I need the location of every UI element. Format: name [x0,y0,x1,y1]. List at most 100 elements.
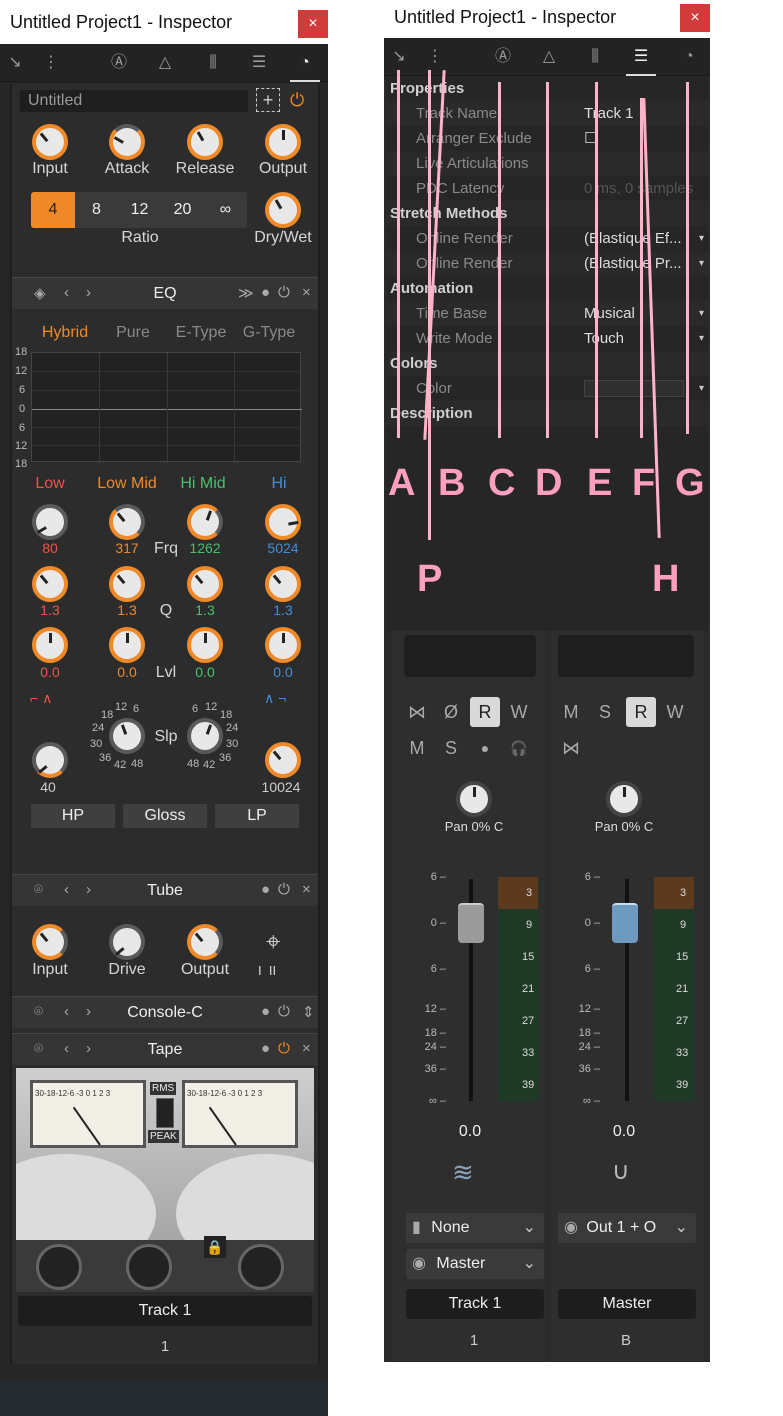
tab-inserts-icon[interactable]: ◔ [674,38,704,76]
ratio-inf-button[interactable]: ∞ [204,192,247,228]
strip2-link-button[interactable]: ⋈ [556,733,586,763]
strip1-solo-button[interactable]: S [436,733,466,763]
console-expand-icon[interactable]: ⇕ [302,1003,315,1021]
strip2-fader-value[interactable]: 0.0 [586,1117,662,1147]
hi-q-knob[interactable] [265,566,301,602]
strip1-link-button[interactable]: ⋈ [402,697,432,727]
tab-list-icon[interactable]: ☰ [244,44,274,82]
low-q-knob[interactable] [32,566,68,602]
strip2-fader-handle[interactable] [612,903,638,943]
tube-mode-switch[interactable]: I II [258,963,276,978]
lowmid-q-knob[interactable] [109,566,145,602]
add-icon[interactable]: + [256,88,280,112]
dropdown-arrow-icon[interactable]: ▾ [699,226,704,251]
tape-knob-3[interactable] [238,1244,284,1290]
ratio-12-button[interactable]: 12 [118,192,161,228]
tape-knob-1[interactable] [36,1244,82,1290]
left-slope-knob[interactable] [109,718,145,754]
tab-inserts-icon[interactable]: ◔ [290,44,320,82]
tube-close-icon[interactable]: × [302,881,311,898]
tab-metronome-icon[interactable]: △ [534,38,564,76]
himid-q-knob[interactable] [187,566,223,602]
strip1-write-button[interactable]: W [504,697,534,727]
strip2-insert-slot[interactable] [558,635,694,677]
release-knob[interactable] [187,124,223,160]
close-button-right[interactable]: × [680,4,710,32]
strip2-output-select[interactable]: ◉ Out 1 + O ⌄ [558,1213,696,1243]
strip1-name[interactable]: Track 1 [406,1289,544,1319]
hi-frq-knob[interactable] [265,504,301,540]
output-knob[interactable] [265,124,301,160]
ratio-4-button[interactable]: 4 [31,192,75,228]
gloss-button[interactable]: Gloss [123,804,207,828]
dropdown-arrow-icon[interactable]: ▾ [699,251,704,276]
strip1-pan-knob[interactable] [456,781,492,817]
tape-knob-2[interactable] [126,1244,172,1290]
tab-mixer-icon[interactable]: ⫼ [580,38,610,76]
strip1-record-button[interactable]: ● [470,733,500,763]
input-knob[interactable] [32,124,68,160]
lowmid-frq-knob[interactable] [109,504,145,540]
tab-editor-icon[interactable]: Ⓐ [488,38,518,76]
low-frq-knob[interactable] [32,504,68,540]
tab-editor-icon[interactable]: Ⓐ [104,44,134,82]
tape-power-icon[interactable]: ⏻ [278,1040,290,1057]
dropdown-arrow-icon[interactable]: ▾ [699,326,704,351]
hi-shape-icon[interactable]: ∧ ¬ [264,690,286,707]
himid-lvl-knob[interactable] [187,627,223,663]
mode-hybrid[interactable]: Hybrid [30,324,100,342]
property-value[interactable]: 0 ms, 0 samples [584,176,693,201]
preset-name-field[interactable]: Untitled [20,90,248,112]
tube-power-icon[interactable]: ⏻ [278,881,290,898]
dropdown-arrow-icon[interactable]: ▾ [699,301,704,326]
tape-close-icon[interactable]: × [302,1040,311,1057]
eq-power-icon[interactable]: ⏻ [278,284,290,301]
property-value[interactable]: Track 1 [584,101,633,126]
tube-input-knob[interactable] [32,924,68,960]
more-icon[interactable]: ⋮ [36,44,66,82]
expand-icon[interactable]: ≫ [238,284,254,302]
property-value[interactable]: Musical [584,301,635,326]
strip1-input-select[interactable]: ▮ None ⌄ [406,1213,544,1243]
strip2-mute-button[interactable]: M [556,697,586,727]
dropdown-arrow-icon[interactable]: ▾ [699,376,704,401]
hp-button[interactable]: HP [31,804,115,828]
ratio-8-button[interactable]: 8 [75,192,118,228]
lp-freq-knob[interactable] [265,742,301,778]
right-slope-knob[interactable] [187,718,223,754]
meter-toggle[interactable] [156,1098,174,1128]
power-icon[interactable]: ⏻ [290,90,304,111]
tab-mixer-icon[interactable]: ⫼ [198,44,228,82]
strip2-write-button[interactable]: W [660,697,690,727]
property-value[interactable]: (Elastique Pr... [584,251,682,276]
attack-knob[interactable] [109,124,145,160]
tube-drive-knob[interactable] [109,924,145,960]
close-button[interactable]: × [298,10,328,38]
property-value[interactable]: (Elastique Ef... [584,226,682,251]
strip1-output-select[interactable]: ◉ Master ⌄ [406,1249,544,1279]
mode-gtype[interactable]: G-Type [234,324,304,342]
lock-icon[interactable]: 🔒 [204,1236,226,1258]
hp-freq-knob[interactable] [32,742,68,778]
ratio-20-button[interactable]: 20 [161,192,204,228]
tab-metronome-icon[interactable]: △ [150,44,180,82]
property-value[interactable]: Touch [584,326,624,351]
collapse-icon[interactable]: ↘ [0,44,30,82]
color-swatch[interactable] [584,380,684,397]
strip1-insert-slot[interactable] [404,635,536,677]
strip2-solo-button[interactable]: S [590,697,620,727]
tube-output-knob[interactable] [187,924,223,960]
strip2-read-button[interactable]: R [626,697,656,727]
console-power-icon[interactable]: ⏻ [278,1003,290,1020]
himid-frq-knob[interactable] [187,504,223,540]
strip2-name[interactable]: Master [558,1289,696,1319]
hi-lvl-knob[interactable] [265,627,301,663]
mode-pure[interactable]: Pure [100,324,166,342]
drywet-knob[interactable] [265,192,301,228]
tab-list-icon[interactable]: ☰ [626,38,656,76]
strip1-phase-button[interactable]: Ø [436,697,466,727]
low-shape-icon[interactable]: ⌐ ∧ [30,690,52,707]
left-track-name[interactable]: Track 1 [18,1296,312,1326]
eq-close-icon[interactable]: × [302,284,311,301]
mode-etype[interactable]: E-Type [166,324,236,342]
